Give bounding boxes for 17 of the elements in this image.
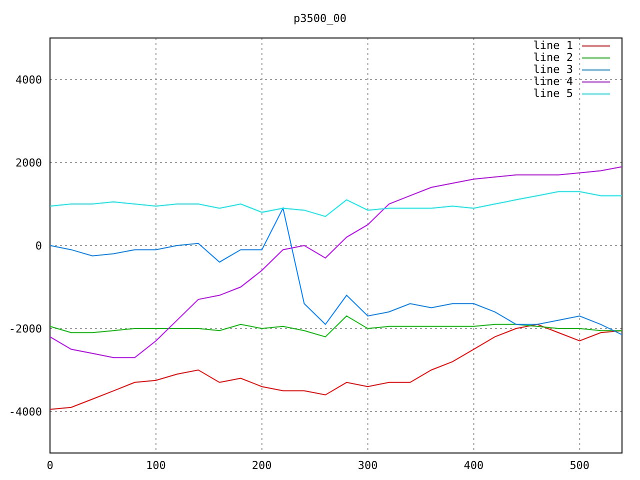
y-tick-label: 2000 — [16, 156, 42, 170]
chart-title: p3500_00 — [294, 12, 346, 25]
y-tick-label: 4000 — [16, 74, 42, 86]
x-tick-label: 500 — [570, 459, 590, 472]
x-tick-label: 300 — [358, 459, 378, 472]
legend-label: line 4 — [533, 75, 573, 88]
legend-label: line 1 — [533, 39, 573, 52]
legend-label: line 5 — [533, 87, 573, 100]
x-tick-label: 0 — [46, 459, 54, 472]
x-tick-label: 100 — [146, 459, 166, 472]
x-tick-label: 200 — [252, 459, 272, 472]
y-tick-label: 0 — [35, 240, 42, 252]
legend-label: line 3 — [533, 63, 573, 76]
x-tick-label: 400 — [464, 459, 484, 472]
y-tick-label: -4000 — [8, 406, 42, 418]
y-tick-label: -2000 — [8, 322, 42, 336]
legend-label: line 2 — [533, 51, 573, 64]
